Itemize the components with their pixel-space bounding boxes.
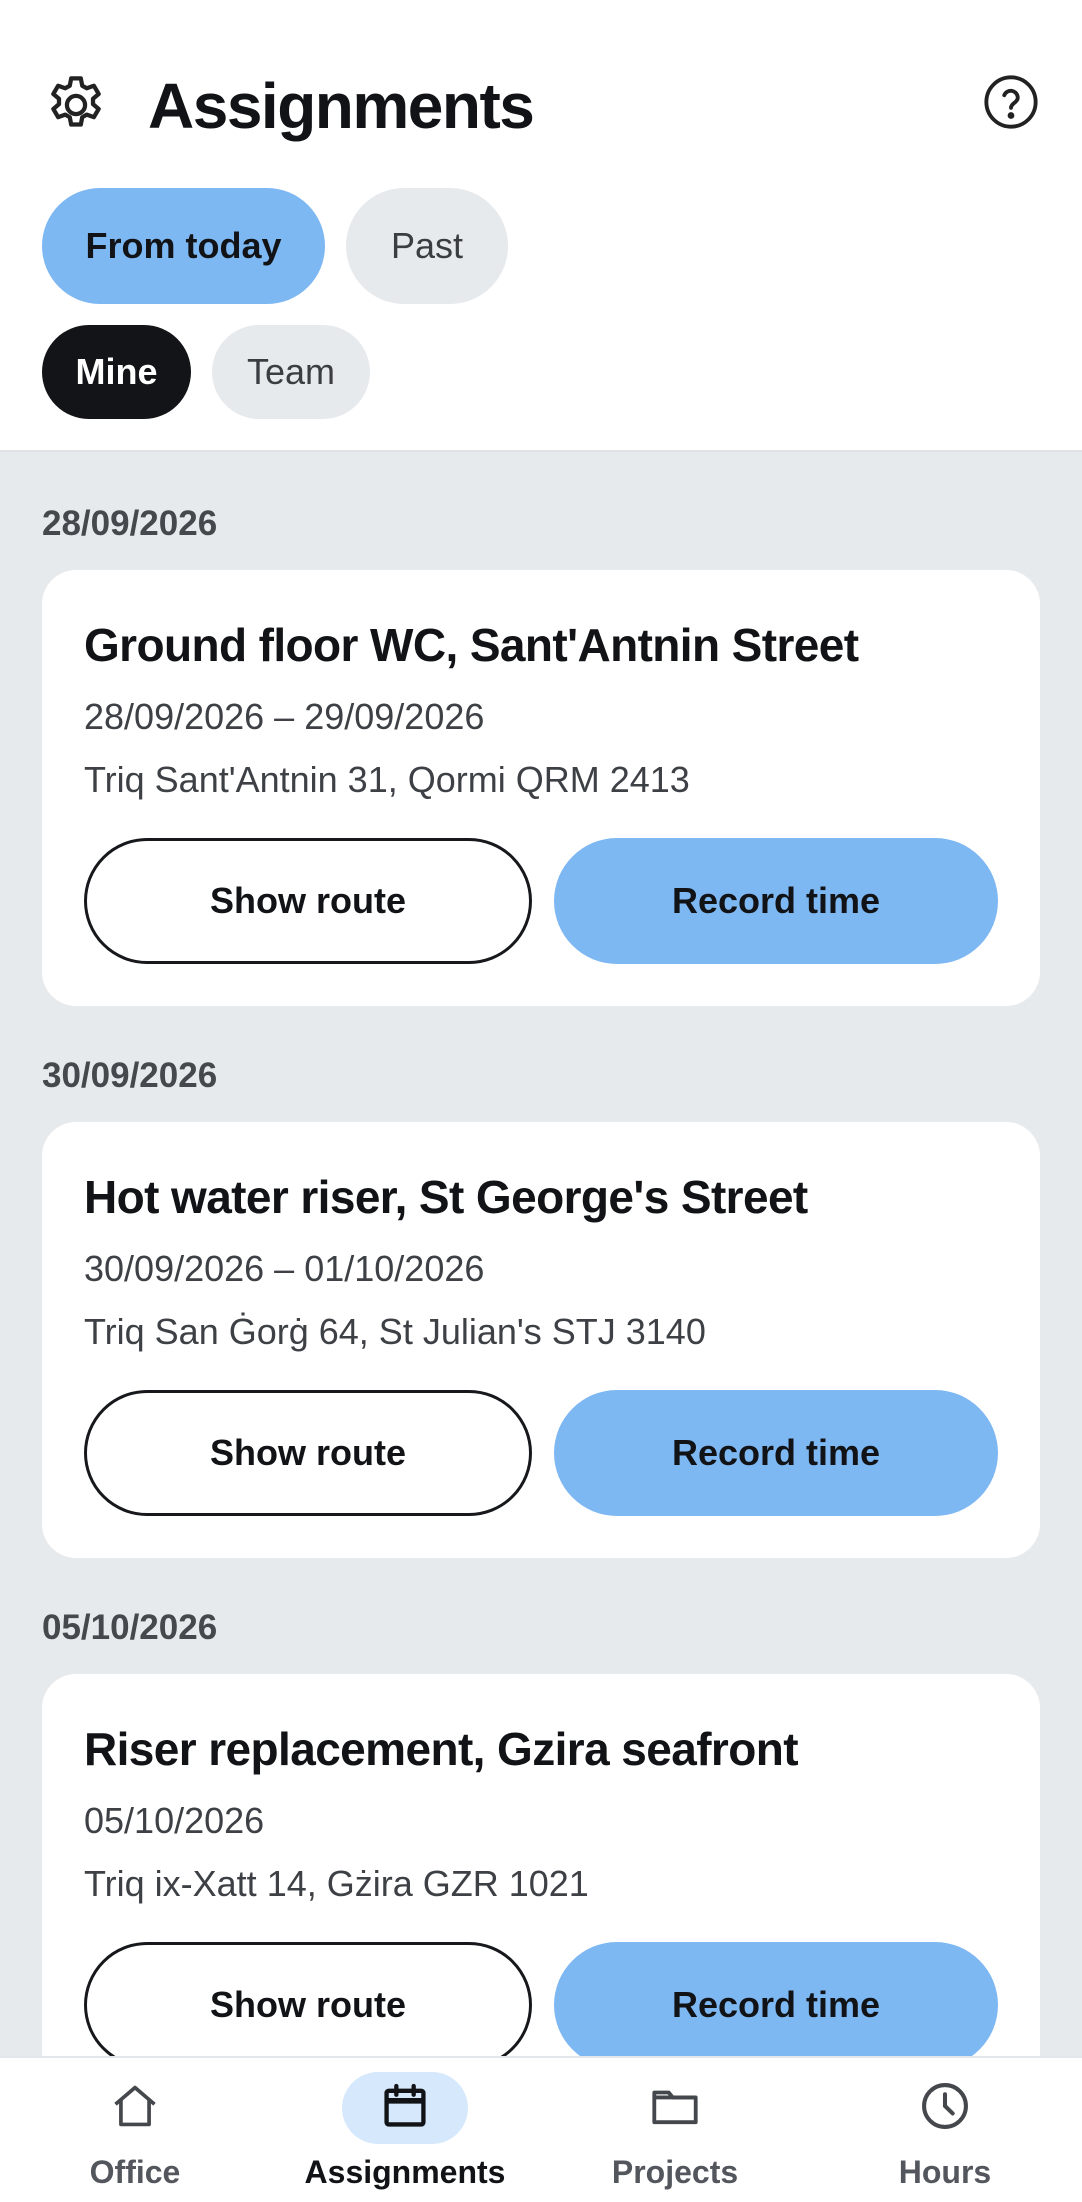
assignment-title: Ground floor WC, Sant'Antnin Street [84, 619, 859, 671]
page-title: Assignments [148, 70, 535, 142]
show-route-button[interactable]: Show route [84, 838, 532, 964]
gear-icon[interactable] [42, 71, 110, 139]
show-route-button[interactable]: Show route [84, 1390, 532, 1516]
nav-label: Office [89, 2154, 181, 2190]
clock-icon [918, 2079, 972, 2138]
help-circle-icon[interactable] [982, 73, 1040, 131]
date-heading: 30/09/2026 [42, 1056, 218, 1095]
bottom-nav: Office Assignments Projects Hours [0, 2056, 1082, 2202]
show-route-button[interactable]: Show route [84, 1942, 532, 2056]
nav-icon-container [342, 2072, 468, 2144]
nav-icon-container [72, 2072, 198, 2144]
assignment-card[interactable]: Riser replacement, Gzira seafront 05/10/… [42, 1674, 1040, 2056]
assignment-address: Triq ix-Xatt 14, Gżira GZR 1021 [84, 1863, 589, 1904]
record-time-button[interactable]: Record time [554, 838, 998, 964]
filter-team[interactable]: Team [212, 325, 370, 419]
assignment-dates: 30/09/2026 – 01/10/2026 [84, 1248, 485, 1289]
title-row: Assignments [42, 56, 1040, 146]
assignment-title: Riser replacement, Gzira seafront [84, 1723, 799, 1775]
date-heading: 28/09/2026 [42, 504, 218, 543]
assignment-card[interactable]: Hot water riser, St George's Street 30/0… [42, 1122, 1040, 1558]
date-heading: 05/10/2026 [42, 1608, 218, 1647]
home-icon [109, 2080, 161, 2137]
folder-icon [648, 2079, 702, 2138]
nav-icon-container [882, 2072, 1008, 2144]
nav-item-office[interactable]: Office [0, 2058, 270, 2202]
assignment-address: Triq San Ġorġ 64, St Julian's STJ 3140 [84, 1311, 706, 1352]
assignment-list[interactable]: 28/09/2026 Ground floor WC, Sant'Antnin … [0, 452, 1082, 2056]
record-time-button[interactable]: Record time [554, 1942, 998, 2056]
filter-from-today[interactable]: From today [42, 188, 325, 304]
nav-label: Projects [611, 2154, 739, 2190]
filter-mine[interactable]: Mine [42, 325, 191, 419]
nav-label: Hours [898, 2154, 992, 2190]
nav-icon-container [612, 2072, 738, 2144]
nav-item-assignments[interactable]: Assignments [270, 2058, 540, 2202]
app-header: Assignments From today Past Mine Team [0, 0, 1082, 452]
nav-item-projects[interactable]: Projects [540, 2058, 810, 2202]
nav-label: Assignments [304, 2154, 506, 2190]
filter-past[interactable]: Past [346, 188, 508, 304]
assignment-card[interactable]: Ground floor WC, Sant'Antnin Street 28/0… [42, 570, 1040, 1006]
assignment-dates: 05/10/2026 [84, 1800, 265, 1841]
record-time-button[interactable]: Record time [554, 1390, 998, 1516]
assignment-dates: 28/09/2026 – 29/09/2026 [84, 696, 485, 737]
calendar-icon [379, 2080, 431, 2137]
assignment-address: Triq Sant'Antnin 31, Qormi QRM 2413 [84, 759, 690, 800]
nav-item-hours[interactable]: Hours [810, 2058, 1080, 2202]
assignment-title: Hot water riser, St George's Street [84, 1171, 808, 1223]
